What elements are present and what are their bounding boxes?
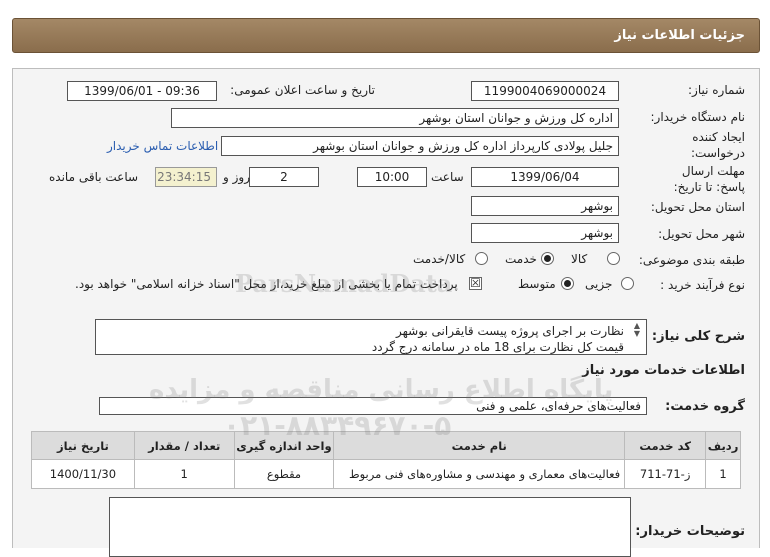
creator-label: ایجاد کننده درخواست: (691, 130, 745, 160)
deadline-time-label: ساعت (431, 170, 464, 184)
cell-unit: مقطوع (233, 459, 335, 489)
radio-medium[interactable] (561, 277, 574, 290)
scroll-arrows-icon[interactable]: ▲ ▼ (632, 322, 642, 338)
service-group-field: فعالیت‌های حرفه‌ای، علمی و فنی (99, 397, 647, 415)
city-field: بوشهر (471, 223, 619, 243)
services-table: ردیف کد خدمت نام خدمت واحد اندازه گیری ت… (31, 431, 741, 489)
radio-goods-service-label: کالا/خدمت (413, 252, 466, 266)
remaining-label: ساعت باقی مانده (49, 170, 139, 184)
cell-qty: 1 (133, 459, 235, 489)
col-qty-header: تعداد / مقدار (133, 431, 235, 460)
radio-goods-label: کالا (571, 252, 588, 266)
deadline-date-field: 1399/06/04 (471, 167, 619, 187)
buyer-notes-label: توضیحات خریدار: (635, 524, 745, 539)
col-code-header: کد خدمت (624, 431, 707, 460)
remaining-time-field: 23:34:15 (155, 167, 217, 187)
treasury-text: پرداخت تمام یا بخشی از مبلغ خرید،از محل … (75, 277, 458, 291)
buyer-org-field: اداره کل ورزش و جوانان استان بوشهر (171, 108, 619, 128)
cell-name: فعالیت‌های معماری و مهندسی و مشاوره‌های … (333, 459, 626, 489)
city-label: شهر محل تحویل: (658, 227, 745, 241)
details-panel: شماره نیاز: 1199004069000024 تاریخ و ساع… (12, 68, 760, 557)
days-field: 2 (249, 167, 319, 187)
deadline-time-field: 10:00 (357, 167, 427, 187)
category-label: طبقه بندی موضوعی: (638, 253, 745, 267)
buyer-org-label: نام دستگاه خریدار: (650, 110, 746, 124)
buyer-notes-box[interactable] (109, 497, 631, 557)
col-date-header: تاریخ نیاز (31, 431, 135, 460)
deadline-label: مهلت ارسال پاسخ: تا تاریخ: (673, 164, 745, 194)
radio-goods-service[interactable] (475, 252, 488, 265)
cell-date: 1400/11/30 (31, 459, 135, 489)
page-header: جزئیات اطلاعات نیاز (12, 18, 760, 53)
radio-medium-label: متوسط (518, 277, 556, 291)
creator-field: جلیل پولادی کارپرداز اداره کل ورزش و جوا… (221, 136, 619, 156)
announce-label: تاریخ و ساعت اعلان عمومی: (230, 83, 375, 97)
col-row-header: ردیف (705, 431, 741, 460)
province-field: بوشهر (471, 196, 619, 216)
summary-line-1: نظارت بر اجرای پروژه پیست قایقرانی بوشهر (395, 324, 624, 338)
radio-goods[interactable] (607, 252, 620, 265)
cell-row: 1 (705, 459, 741, 489)
service-group-label: گروه خدمت: (665, 399, 745, 414)
process-label: نوع فرآیند خرید : (660, 278, 745, 292)
radio-service[interactable] (541, 252, 554, 265)
cell-code: ز-71-711 (624, 459, 707, 489)
summary-box[interactable]: ▲ ▼ نظارت بر اجرای پروژه پیست قایقرانی بو… (95, 319, 647, 355)
page-title: جزئیات اطلاعات نیاز (614, 28, 745, 43)
province-label: استان محل تحویل: (650, 200, 745, 214)
radio-service-label: خدمت (505, 252, 537, 266)
buyer-contact-link[interactable]: اطلاعات تماس خریدار (107, 139, 218, 153)
col-name-header: نام خدمت (333, 431, 626, 460)
table-header-row: ردیف کد خدمت نام خدمت واحد اندازه گیری ت… (31, 431, 741, 460)
summary-line-2: قیمت کل نظارت برای 18 ماه در سامانه درج … (371, 340, 624, 354)
table-row: 1 ز-71-711 فعالیت‌های معماری و مهندسی و … (31, 459, 741, 489)
need-number-field: 1199004069000024 (471, 81, 619, 101)
announce-field: 1399/06/01 - 09:36 (67, 81, 217, 101)
need-number-label: شماره نیاز: (688, 83, 745, 97)
treasury-checkbox[interactable]: ☒ (469, 277, 482, 290)
services-section-title: اطلاعات خدمات مورد نیاز (582, 363, 745, 378)
radio-minor-label: جزیی (585, 277, 613, 291)
summary-label: شرح کلی نیاز: (651, 329, 745, 344)
radio-minor[interactable] (621, 277, 634, 290)
col-unit-header: واحد اندازه گیری (233, 431, 335, 460)
days-label: روز و (223, 170, 250, 184)
